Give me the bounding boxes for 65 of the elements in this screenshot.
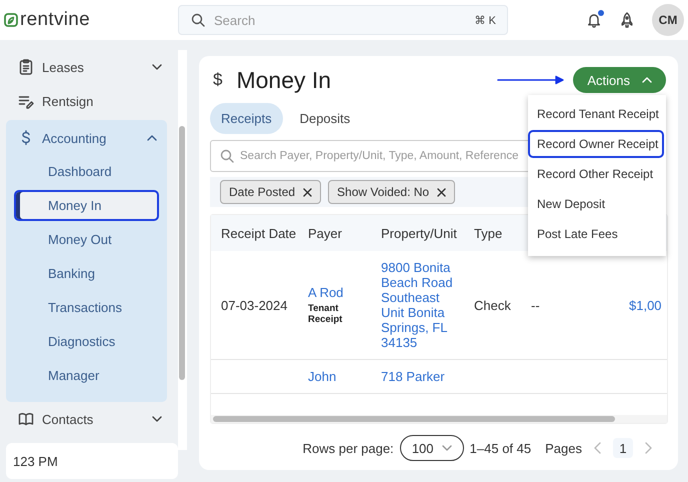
search-icon: [220, 149, 234, 163]
nav-item[interactable]: Accounting: [6, 120, 167, 156]
user-avatar[interactable]: CM: [652, 4, 684, 36]
amount-link[interactable]: $1,00: [629, 298, 667, 312]
page-button[interactable]: 1: [613, 438, 633, 458]
chevron-down-icon: [152, 416, 162, 422]
property-link[interactable]: 718 Parker: [381, 369, 462, 384]
rows-label: Rows per page:: [302, 440, 394, 456]
column-header[interactable]: Type: [464, 226, 521, 240]
menu-item[interactable]: New Deposit: [528, 190, 664, 218]
column-header[interactable]: Payer: [298, 226, 371, 240]
nav-subitem[interactable]: Banking: [14, 258, 159, 289]
table-cell-text: 07-03-2024: [221, 298, 288, 312]
menu-item[interactable]: Record Tenant Receipt: [528, 100, 664, 128]
chevron-down-icon: [442, 445, 452, 451]
scrollbar-thumb[interactable]: [179, 126, 185, 380]
book-icon: [18, 411, 34, 427]
payer-link[interactable]: John: [308, 369, 371, 384]
org-card[interactable]: 123 PM: [6, 443, 178, 479]
rocket-button[interactable]: [620, 11, 634, 29]
chevron-left-icon: [594, 442, 601, 454]
payer-link[interactable]: A Rod: [308, 285, 371, 300]
actions-button[interactable]: Actions: [573, 67, 666, 93]
nav-subitem[interactable]: Money In: [14, 190, 159, 221]
scrollbar-thumb[interactable]: [213, 416, 615, 422]
rocket-icon: [621, 12, 633, 28]
nav-subitem[interactable]: Diagnostics: [14, 326, 159, 357]
arrow-drawing: [497, 75, 566, 85]
tab[interactable]: Deposits: [288, 103, 362, 134]
nav-subitem[interactable]: Dashboard: [14, 156, 159, 187]
nav-item[interactable]: Contacts: [6, 402, 172, 436]
nav-subitem[interactable]: Transactions: [14, 292, 159, 323]
search-icon: [191, 13, 205, 27]
tab[interactable]: Receipts: [210, 103, 283, 134]
menu-item[interactable]: Record Owner Receipt: [528, 130, 664, 158]
property-link[interactable]: 9800 Bonita Beach Road Southeast Unit Bonita Springs, FL 34135: [381, 260, 462, 350]
notification-button[interactable]: [586, 11, 602, 29]
page-title: Money In: [236, 66, 332, 94]
rows-select[interactable]: 100: [400, 435, 464, 461]
chevron-right-icon: [645, 442, 652, 454]
brand-name: rentvine: [20, 9, 90, 31]
bell-icon: [587, 12, 601, 28]
shortcut-hint: ⌘ K: [474, 14, 496, 27]
pages-label: Pages: [545, 440, 582, 456]
menu-item[interactable]: Post Late Fees: [528, 220, 664, 248]
table-cell-text: Check: [474, 298, 512, 312]
nav-item[interactable]: Leases: [6, 50, 172, 84]
close-icon: [303, 188, 312, 196]
filter-chip[interactable]: Show Voided: No: [328, 180, 456, 204]
nav-subitem[interactable]: Money Out: [14, 224, 159, 255]
column-header[interactable]: Property/Unit: [371, 226, 464, 240]
clipboard-icon: [18, 59, 34, 75]
leaf-logo-icon: [4, 13, 18, 27]
filter-chip[interactable]: Date Posted: [220, 180, 322, 204]
close-icon: [437, 188, 446, 196]
page-range: 1–45 of 45: [470, 440, 532, 456]
chevron-down-icon: [152, 64, 162, 70]
chevron-up-icon: [642, 77, 652, 83]
table-cell-text: --: [531, 298, 541, 312]
nav-item[interactable]: Rentsign: [6, 84, 172, 118]
nav-subitem[interactable]: Manager: [14, 360, 159, 391]
column-header[interactable]: Receipt Date: [211, 226, 298, 240]
chevron-up-icon: [147, 135, 157, 141]
title-icon: $: [213, 70, 222, 90]
payer-note: Tenant Receipt: [308, 303, 344, 325]
